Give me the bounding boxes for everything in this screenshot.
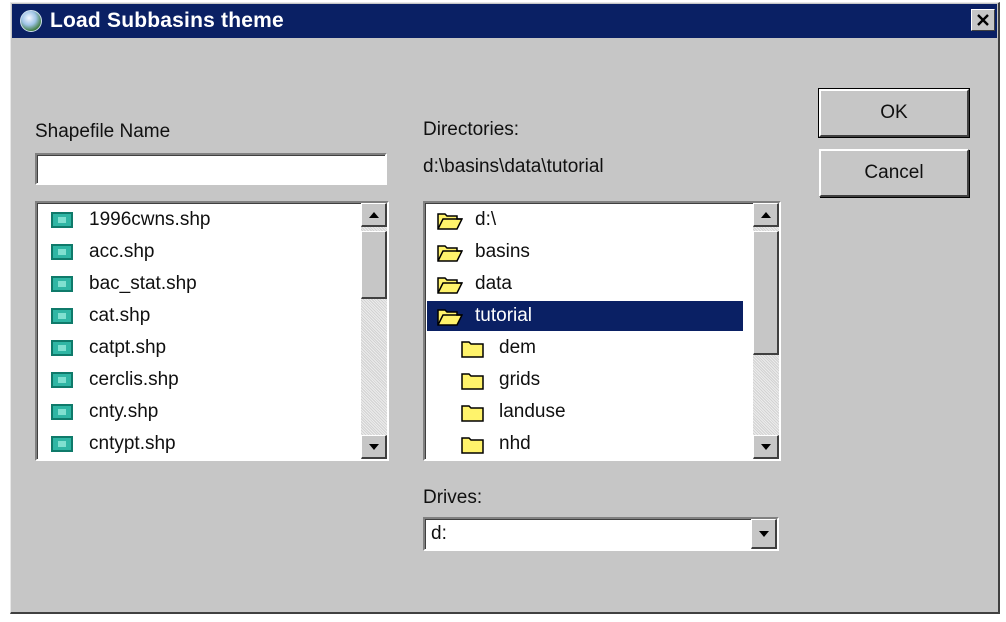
load-subbasins-dialog: Load Subbasins theme Shapefile Name 1996… <box>10 2 1000 614</box>
file-name: cerclis.shp <box>89 369 179 390</box>
directory-name: grids <box>499 369 541 390</box>
arrow-up-icon <box>368 211 379 218</box>
drives-label: Drives: <box>423 487 483 508</box>
scroll-up-button[interactable] <box>361 203 387 227</box>
arrow-up-icon <box>760 211 771 218</box>
directory-item[interactable]: grids <box>427 365 743 395</box>
open-folder-icon <box>437 274 463 294</box>
directory-name: nhd <box>499 433 531 454</box>
drives-select[interactable]: d: <box>423 517 779 551</box>
directory-item[interactable]: d:\ <box>427 205 743 235</box>
directory-list-scrollbar[interactable] <box>753 203 779 459</box>
list-item[interactable]: 1996cwns.shp <box>39 205 359 235</box>
file-name: bac_stat.shp <box>89 273 197 294</box>
directory-item[interactable]: nhd <box>427 429 743 459</box>
current-path: d:\basins\data\tutorial <box>423 156 604 177</box>
shapefile-icon <box>51 436 73 452</box>
directory-item[interactable]: data <box>427 269 743 299</box>
shapefile-icon <box>51 212 73 228</box>
open-folder-icon <box>437 306 463 326</box>
shapefile-icon <box>51 276 73 292</box>
scroll-thumb[interactable] <box>361 231 387 299</box>
list-item[interactable]: cnty.shp <box>39 397 359 427</box>
list-item[interactable]: cntypt.shp <box>39 429 359 459</box>
folder-icon <box>461 370 487 390</box>
file-name: catpt.shp <box>89 337 167 358</box>
directory-name: d:\ <box>475 209 497 230</box>
close-button[interactable] <box>971 9 995 31</box>
folder-icon <box>461 338 487 358</box>
directory-name: tutorial <box>475 305 533 326</box>
list-item[interactable]: acc.shp <box>39 237 359 267</box>
list-item[interactable]: bac_stat.shp <box>39 269 359 299</box>
shapefile-list[interactable]: 1996cwns.shp acc.shp bac_stat.shp cat.shp ca… <box>35 201 389 461</box>
arrow-down-icon <box>368 443 379 450</box>
file-name: cnty.shp <box>89 401 159 422</box>
directory-item[interactable]: dem <box>427 333 743 363</box>
directory-name: dem <box>499 337 536 358</box>
directory-list[interactable]: d:\ basins data tutorial dem grids landuse nhd <box>423 201 781 461</box>
scroll-thumb[interactable] <box>753 231 779 355</box>
list-item[interactable]: cerclis.shp <box>39 365 359 395</box>
directory-name: data <box>475 273 512 294</box>
folder-icon <box>461 434 487 454</box>
shapefile-icon <box>51 372 73 388</box>
directory-name: landuse <box>499 401 566 422</box>
directories-label: Directories: <box>423 119 520 140</box>
file-name: cat.shp <box>89 305 151 326</box>
list-item[interactable]: cat.shp <box>39 301 359 331</box>
file-name: 1996cwns.shp <box>89 209 211 230</box>
open-folder-icon <box>437 242 463 262</box>
arrow-down-icon <box>760 443 771 450</box>
list-item[interactable]: catpt.shp <box>39 333 359 363</box>
shapefile-icon <box>51 308 73 324</box>
file-name: cntypt.shp <box>89 433 176 454</box>
scroll-up-button[interactable] <box>753 203 779 227</box>
directory-item[interactable]: tutorial <box>427 301 743 331</box>
directory-item[interactable]: landuse <box>427 397 743 427</box>
file-name: acc.shp <box>89 241 155 262</box>
directory-name: basins <box>475 241 530 262</box>
folder-icon <box>461 402 487 422</box>
shapefile-icon <box>51 404 73 420</box>
chevron-down-icon <box>758 530 769 537</box>
open-folder-icon <box>437 210 463 230</box>
directory-item[interactable]: basins <box>427 237 743 267</box>
ok-button[interactable]: OK <box>818 88 970 138</box>
window-title: Load Subbasins theme <box>50 9 284 32</box>
shapefile-icon <box>51 340 73 356</box>
title-bar[interactable]: Load Subbasins theme <box>12 4 997 38</box>
scroll-down-button[interactable] <box>361 435 387 459</box>
cancel-button[interactable]: Cancel <box>819 149 969 197</box>
close-icon <box>977 14 989 26</box>
drives-selected-value: d: <box>431 523 447 544</box>
shapefile-list-scrollbar[interactable] <box>361 203 387 459</box>
globe-icon <box>20 10 42 32</box>
drives-dropdown-button[interactable] <box>751 519 777 549</box>
shapefile-icon <box>51 244 73 260</box>
shapefile-name-input[interactable] <box>35 153 387 185</box>
shapefile-name-label: Shapefile Name <box>35 121 171 142</box>
scroll-down-button[interactable] <box>753 435 779 459</box>
